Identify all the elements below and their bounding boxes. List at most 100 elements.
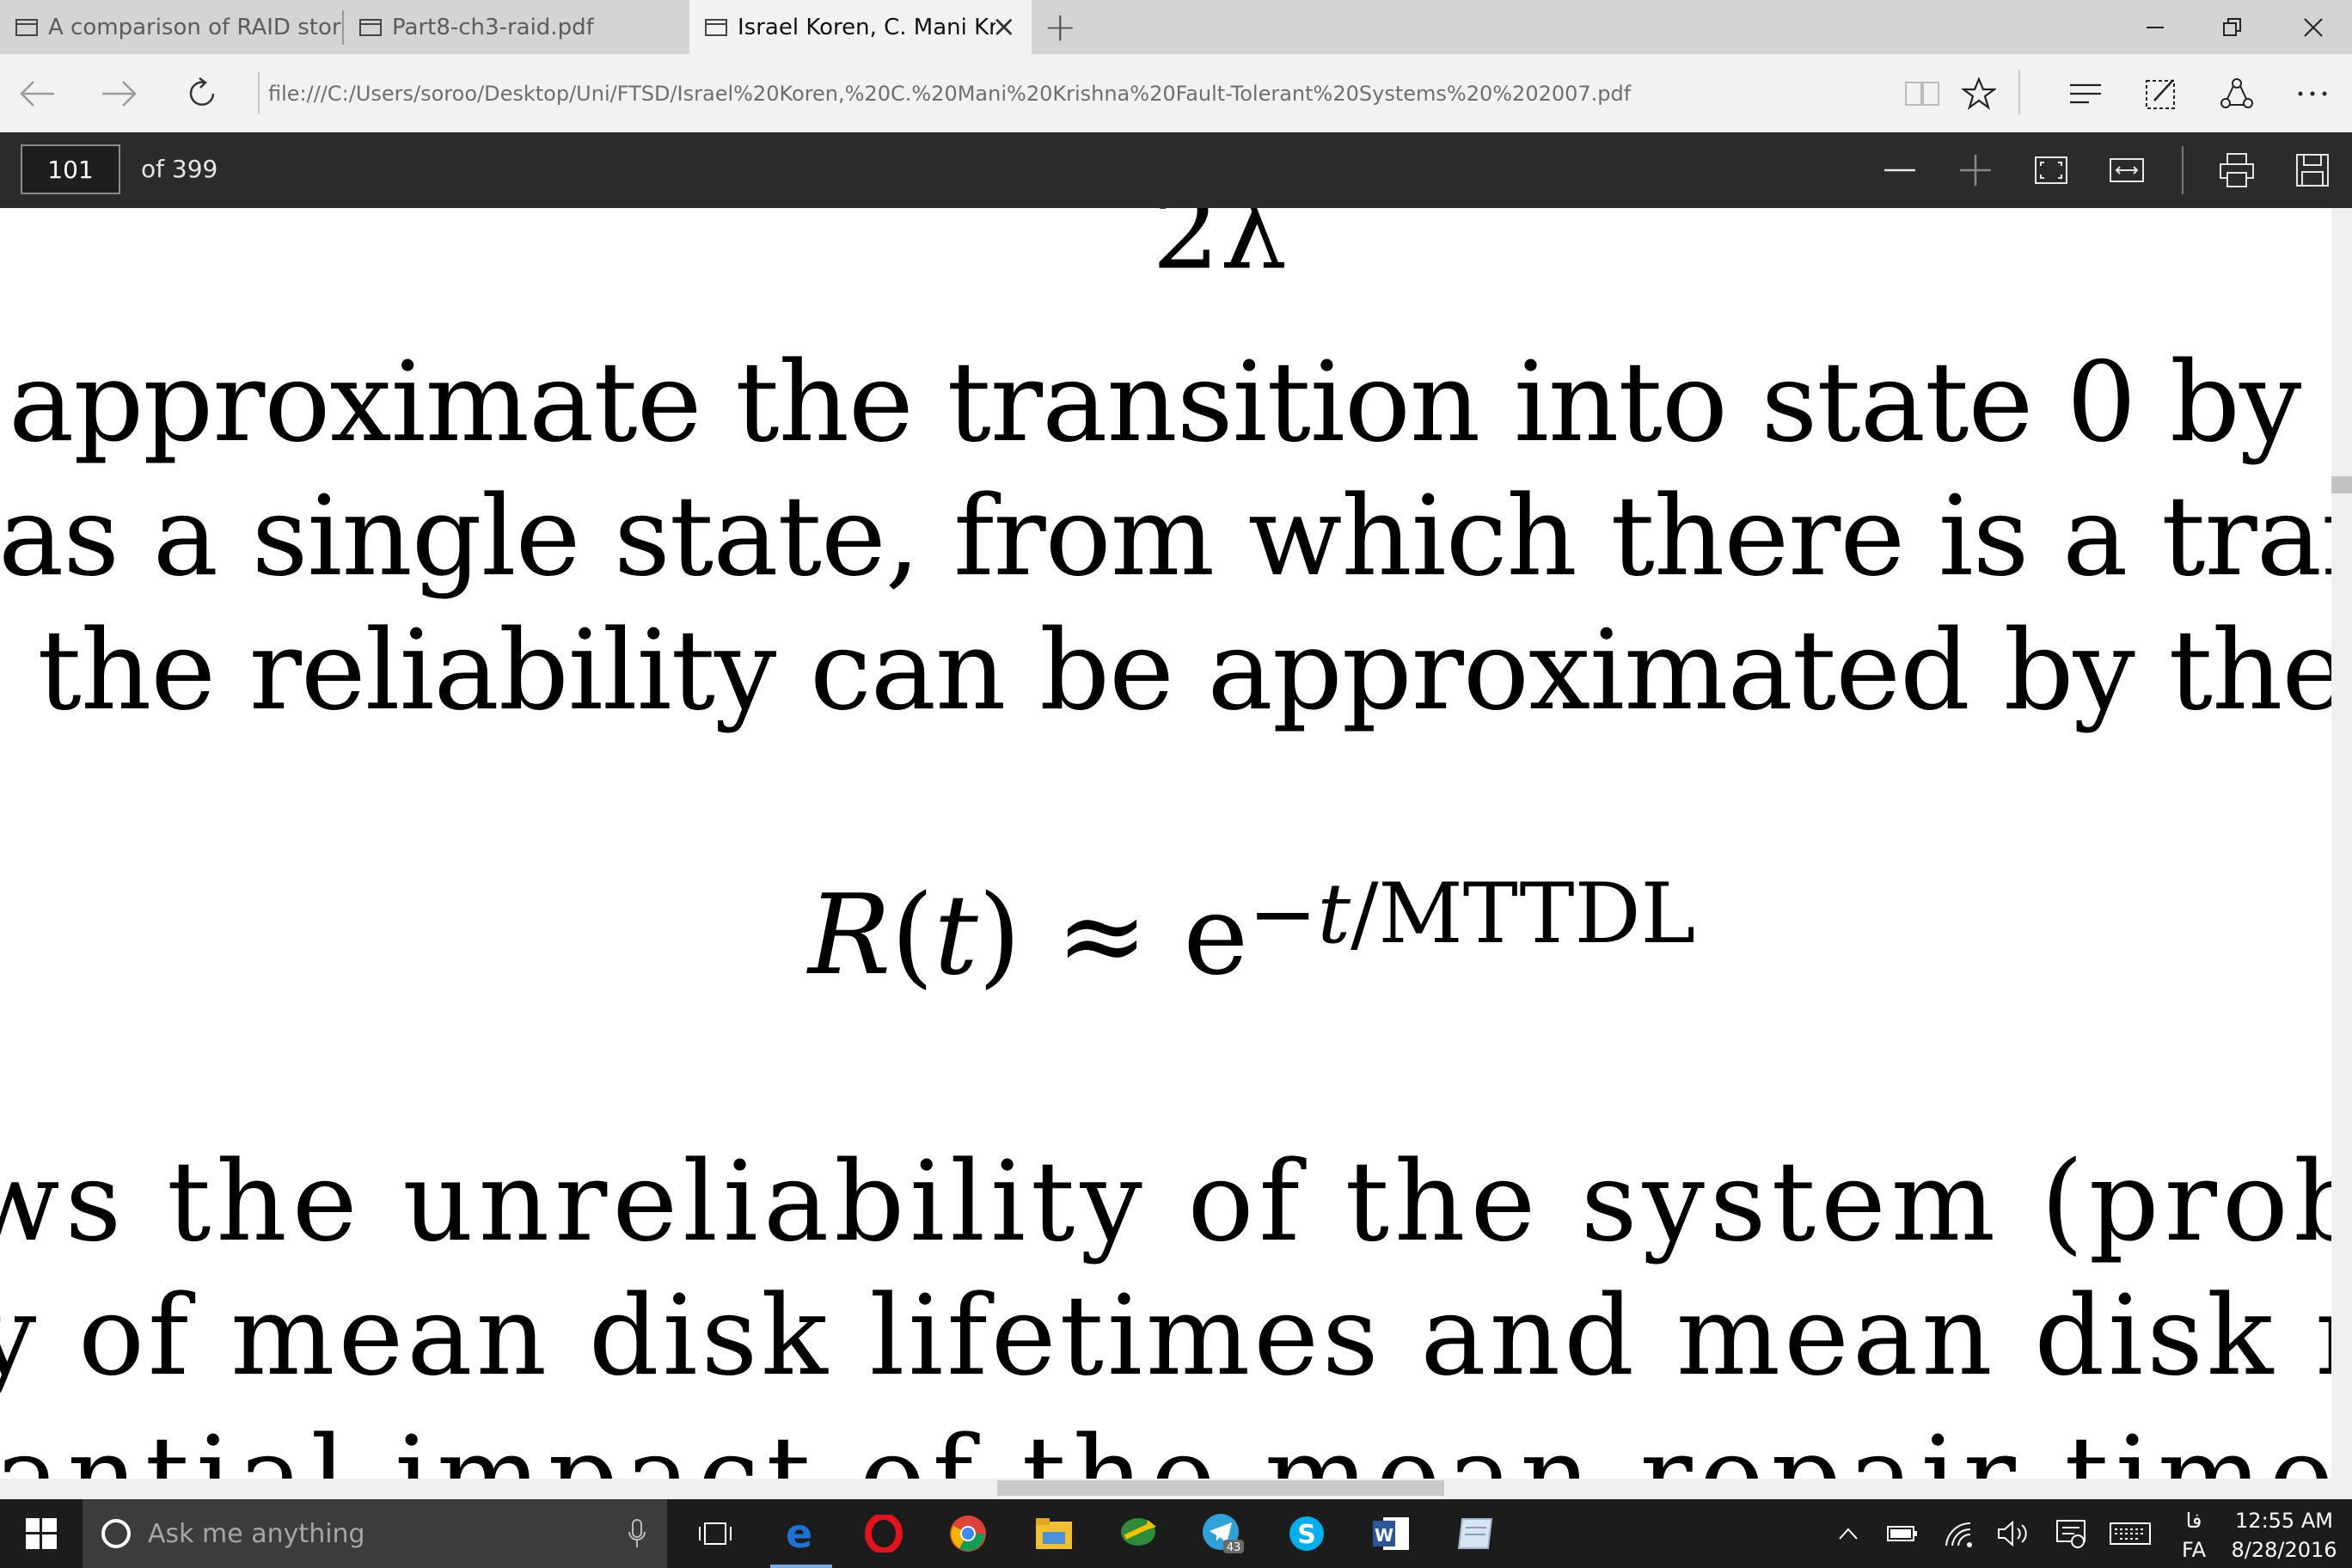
edge-app[interactable]: e (767, 1508, 836, 1568)
wifi-icon (1945, 1522, 1972, 1547)
page-icon (705, 18, 727, 36)
battery-icon (1887, 1526, 1917, 1541)
reliability-equation: R(t) ≈ e−t/MTTDL (808, 866, 1695, 1000)
book-icon (1905, 82, 1939, 106)
divider (2018, 70, 2020, 114)
eq-paren: ) (977, 872, 1021, 1000)
clock[interactable]: 12:55 AM 8/28/2016 (2226, 1506, 2342, 1565)
touch-keyboard-button[interactable] (2104, 1499, 2156, 1568)
hub-button[interactable] (2063, 71, 2108, 116)
new-tab-button[interactable]: + (1044, 5, 1077, 48)
pdf-document-view[interactable]: 2λ2 approximate the transition into stat… (0, 132, 2352, 1499)
print-button[interactable] (2214, 148, 2259, 193)
text-line: ws the unreliability of the system (prob… (0, 1138, 2352, 1266)
text-line: y of mean disk lifetimes and mean disk r… (0, 1272, 2352, 1400)
eq-approx: ≈ (1056, 872, 1148, 1000)
plus-icon (1960, 155, 1991, 186)
cortana-search-box[interactable]: Ask me anything (83, 1499, 667, 1568)
refresh-button[interactable] (181, 71, 225, 116)
vertical-scroll-thumb[interactable] (2331, 476, 2352, 493)
vertical-scrollbar[interactable] (2331, 208, 2352, 1499)
chrome-app[interactable] (934, 1508, 1002, 1559)
svg-text:W: W (1375, 1525, 1393, 1546)
close-tab-icon[interactable]: × (992, 12, 1017, 41)
zoom-out-button[interactable] (1877, 148, 1922, 193)
star-icon (1962, 77, 1996, 110)
text-line: approximate the transition into state 0 … (9, 339, 2352, 467)
word-app[interactable]: W (1357, 1508, 1425, 1559)
keyboard-icon (2110, 1522, 2151, 1545)
task-view-button[interactable] (681, 1508, 750, 1559)
volume-control[interactable] (1993, 1499, 2036, 1568)
microphone-icon[interactable] (628, 1518, 646, 1553)
printer-icon (2220, 153, 2254, 187)
minimize-icon (2147, 26, 2164, 28)
horizontal-scroll-thumb[interactable] (997, 1480, 1444, 1496)
svg-text:e: e (786, 1515, 812, 1553)
battery-status[interactable] (1881, 1499, 1924, 1568)
svg-text:S: S (1297, 1520, 1316, 1550)
eq-exp-var: t (1317, 866, 1351, 962)
fit-page-icon (2035, 156, 2067, 184)
chevron-up-icon (1839, 1528, 1858, 1540)
more-button[interactable] (2290, 71, 2335, 116)
fit-page-button[interactable] (2029, 148, 2073, 193)
eq-minus: − (1248, 866, 1318, 962)
pen-note-icon (2146, 79, 2175, 109)
show-hidden-icons-button[interactable] (1829, 1499, 1867, 1568)
fit-width-button[interactable] (2104, 148, 2149, 193)
share-button[interactable] (2214, 71, 2259, 116)
tab-raid-comparison[interactable]: A comparison of RAID stora (0, 0, 342, 54)
search-placeholder: Ask me anything (148, 1518, 365, 1549)
chrome-icon (950, 1516, 986, 1552)
speaker-icon (1998, 1520, 2027, 1547)
hub-icon (2070, 83, 2101, 104)
language-indicator[interactable]: فا FA (2161, 1506, 2226, 1565)
opera-app[interactable] (849, 1508, 918, 1559)
back-button[interactable] (15, 71, 60, 116)
wifi-status[interactable] (1938, 1499, 1981, 1568)
start-button[interactable] (26, 1518, 57, 1553)
globe-download-icon (1121, 1518, 1156, 1546)
action-center-button[interactable] (2048, 1499, 2094, 1568)
reading-view-button[interactable] (1900, 71, 1945, 116)
edge-icon: e (786, 1515, 812, 1553)
restore-button[interactable] (2194, 0, 2271, 54)
eq-exp-rest: /MTTDL (1351, 866, 1696, 962)
tab-title: Israel Koren, C. Mani Kri: (738, 14, 995, 40)
zoom-in-button[interactable] (1953, 148, 1998, 193)
address-field[interactable]: file:///C:/Users/soroo/Desktop/Uni/FTSD/… (268, 75, 1859, 113)
task-view-icon (699, 1522, 732, 1545)
eq-function: R (808, 872, 891, 1000)
tab-part8-raid[interactable]: Part8-ch3-raid.pdf (344, 0, 688, 54)
tab-strip: A comparison of RAID stora Part8-ch3-rai… (0, 0, 2352, 54)
windows-logo-icon (26, 1518, 57, 1549)
refresh-icon (189, 77, 215, 106)
web-note-button[interactable] (2139, 71, 2184, 116)
download-manager-app[interactable] (1104, 1508, 1173, 1559)
word-icon: W (1373, 1517, 1409, 1550)
notes-app[interactable] (1441, 1508, 1510, 1559)
more-dots-icon (2298, 91, 2327, 96)
share-icon (2220, 78, 2253, 108)
eq-arg: t (934, 872, 978, 1000)
text-line: , the reliability can be approximated by… (0, 607, 2352, 735)
eq-paren: ( (891, 872, 934, 1000)
skype-icon: S (1289, 1516, 1324, 1551)
note-pad-icon (1457, 1518, 1493, 1549)
file-explorer-app[interactable] (1020, 1508, 1088, 1559)
forward-button[interactable] (96, 71, 141, 116)
save-button[interactable] (2290, 148, 2335, 193)
telegram-app[interactable]: 43 (1188, 1508, 1257, 1559)
fit-width-icon (2110, 158, 2144, 182)
forward-arrow-icon (102, 81, 137, 107)
minimize-button[interactable] (2116, 0, 2194, 54)
pdf-toolbar: of 399 (0, 132, 2352, 208)
favorite-button[interactable] (1957, 71, 2001, 116)
page-number-input[interactable] (21, 144, 120, 194)
close-window-button[interactable] (2275, 0, 2352, 54)
tab-koren-krishna[interactable]: Israel Koren, C. Mani Kri: × (689, 0, 1032, 54)
eq-base: e (1183, 872, 1249, 1000)
skype-app[interactable]: S (1272, 1508, 1341, 1559)
divider (258, 71, 260, 114)
